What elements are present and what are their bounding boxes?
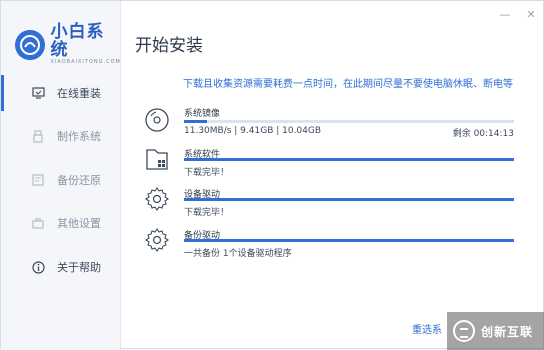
sidebar-item-label: 制作系统 — [57, 130, 101, 143]
close-button[interactable]: ✕ — [525, 9, 537, 21]
app-title: 小白系统 — [50, 22, 105, 60]
sidebar-item-about-help[interactable]: 关于帮助 — [1, 255, 120, 279]
sidebar-item-label: 在线重装 — [57, 87, 101, 100]
page-title: 开始安装 — [135, 36, 203, 56]
sidebar-item-other-settings[interactable]: 其他设置 — [1, 211, 120, 235]
watermark-text: 创新互联 — [481, 324, 534, 339]
software-icon — [146, 149, 168, 170]
task-name: 系统镜像 — [184, 109, 221, 119]
sidebar-item-label: 关于帮助 — [57, 261, 101, 274]
task-status: 11.30MB/s | 9.41GB | 10.04GB — [184, 126, 322, 136]
gear-icon — [145, 187, 169, 211]
sidebar: 小白系统 XIAOBAIXITONG.COM 在线重装 制作系统 备份还原 其他… — [1, 1, 121, 350]
gear-icon — [145, 228, 169, 252]
progress-track — [184, 158, 514, 161]
progress-fill — [184, 120, 208, 123]
watermark-logo-icon — [453, 320, 475, 342]
backup-icon — [31, 173, 45, 187]
app-subtitle: XIAOBAIXITONG.COM — [50, 59, 121, 65]
sidebar-item-make-system[interactable]: 制作系统 — [1, 124, 120, 148]
logo-icon — [15, 29, 45, 60]
sidebar-item-label: 备份还原 — [57, 174, 101, 187]
progress-fill — [184, 198, 514, 201]
sidebar-item-backup-restore[interactable]: 备份还原 — [1, 168, 120, 192]
task-status: 下载完毕！ — [184, 208, 230, 218]
watermark: 创新互联 — [447, 312, 544, 350]
task-backup-drivers: 备份驱动 一共备份 1个设备驱动程序 — [144, 227, 514, 263]
task-device-drivers: 设备驱动 下载完毕！ — [144, 186, 514, 222]
task-remaining: 剩余 00:14:13 — [452, 129, 514, 139]
progress-track — [184, 198, 514, 201]
progress-track — [184, 239, 514, 242]
installer-window: 小白系统 XIAOBAIXITONG.COM 在线重装 制作系统 备份还原 其他… — [0, 0, 544, 350]
progress-fill — [184, 239, 514, 242]
progress-track — [184, 120, 514, 123]
minimize-button[interactable]: — — [499, 9, 511, 21]
usb-icon — [31, 129, 45, 143]
monitor-icon — [31, 86, 45, 100]
progress-fill — [184, 158, 514, 161]
download-notice: 下载且收集资源需要耗费一点时间，在此期间尽量不要使电脑休眠、断电等 — [183, 79, 513, 90]
task-system-image: 系统镜像 11.30MB/s | 9.41GB | 10.04GB 剩余 00:… — [144, 103, 514, 139]
reselect-system-link[interactable]: 重选系 — [412, 321, 442, 336]
sidebar-item-online-reinstall[interactable]: 在线重装 — [1, 75, 120, 111]
task-status: 下载完毕！ — [184, 168, 230, 178]
sidebar-item-label: 其他设置 — [57, 217, 101, 230]
app-logo: 小白系统 XIAOBAIXITONG.COM — [15, 23, 121, 66]
info-icon — [31, 260, 45, 274]
toolbox-icon — [31, 216, 45, 230]
task-system-software: 系统软件 下载完毕！ — [144, 146, 514, 182]
task-status: 一共备份 1个设备驱动程序 — [184, 249, 292, 259]
disc-icon — [145, 108, 169, 132]
